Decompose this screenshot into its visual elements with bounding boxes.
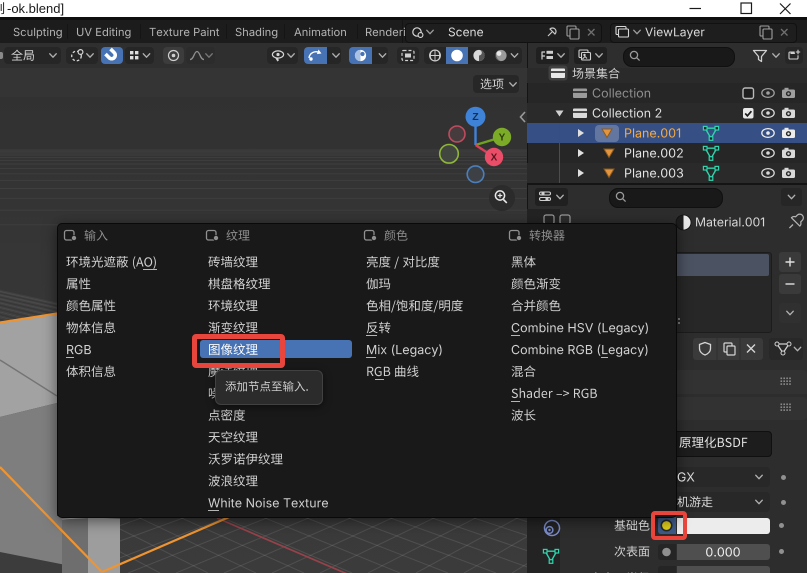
svg-text:X: X bbox=[491, 152, 498, 163]
svg-text:Y: Y bbox=[499, 132, 506, 143]
svg-text:Z: Z bbox=[472, 111, 479, 123]
